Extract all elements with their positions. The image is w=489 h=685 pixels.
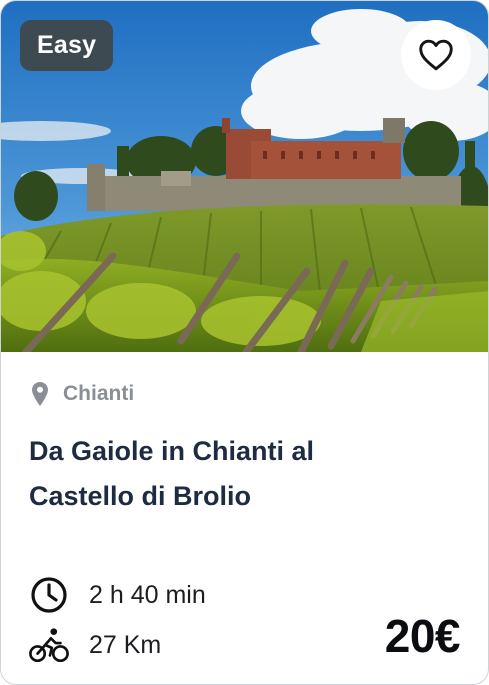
- heart-outline-icon: [419, 39, 453, 71]
- clock-icon: [29, 575, 69, 615]
- duration-row: 2 h 40 min: [29, 575, 206, 615]
- favorite-button[interactable]: [401, 20, 471, 90]
- distance-row: 27 Km: [29, 625, 161, 665]
- tour-photo[interactable]: Easy: [1, 1, 488, 352]
- tour-card[interactable]: Easy Chianti Da Gaiole in Chianti al Cas…: [0, 0, 489, 685]
- tour-title[interactable]: Da Gaiole in Chianti al Castello di Brol…: [29, 429, 449, 519]
- price: 20€: [384, 610, 461, 662]
- location: Chianti: [32, 379, 134, 409]
- location-label: Chianti: [63, 382, 135, 405]
- distance-value: 27 Km: [89, 630, 162, 659]
- duration-value: 2 h 40 min: [89, 580, 206, 609]
- tour-title-line1: Da Gaiole in Chianti al: [29, 436, 315, 466]
- difficulty-badge: Easy: [20, 20, 114, 71]
- bicycle-icon: [29, 625, 69, 665]
- tour-title-line2: Castello di Brolio: [29, 481, 252, 511]
- map-pin-icon: [32, 382, 48, 406]
